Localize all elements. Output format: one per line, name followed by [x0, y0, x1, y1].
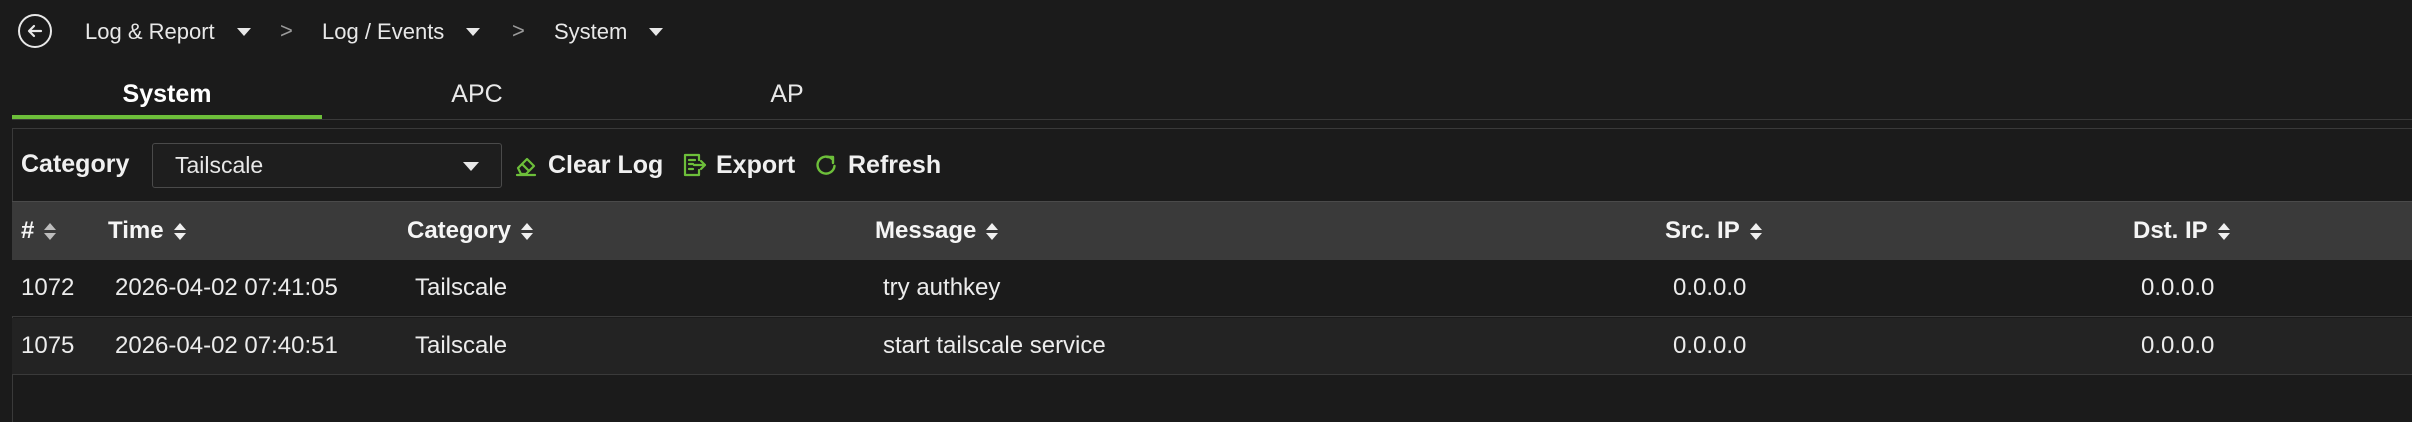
chevron-down-icon: [649, 28, 664, 36]
sort-icon: [2217, 222, 2230, 240]
column-header-label: Message: [875, 217, 977, 244]
breadcrumb-label: System: [554, 19, 628, 44]
column-header-label: Time: [108, 217, 164, 244]
cell-number: 1072: [21, 274, 75, 301]
cell-category: Tailscale: [415, 274, 508, 301]
tab-ap[interactable]: AP: [632, 70, 942, 118]
cell-src-ip: 0.0.0.0: [1673, 332, 1747, 359]
sort-icon: [986, 222, 999, 240]
cell-dst-ip: 0.0.0.0: [2141, 274, 2215, 301]
chevron-down-icon: [466, 28, 481, 36]
refresh-button[interactable]: Refresh: [812, 148, 941, 182]
tab-divider: [12, 119, 2412, 120]
column-header-message[interactable]: Message: [875, 214, 999, 248]
eraser-icon: [515, 157, 537, 177]
column-header-label: #: [21, 217, 35, 244]
column-header-number[interactable]: #: [21, 214, 57, 248]
sort-icon: [44, 222, 57, 240]
refresh-label: Refresh: [848, 150, 942, 179]
breadcrumb-label: Log / Events: [322, 19, 445, 44]
chevron-down-icon: [463, 162, 479, 171]
column-header-label: Src. IP: [1665, 217, 1740, 244]
cell-time: 2026-04-02 07:41:05: [115, 274, 338, 301]
export-file-icon: [683, 153, 707, 177]
breadcrumb-separator: >: [280, 18, 293, 43]
table-header: [12, 201, 2412, 261]
cell-message: try authkey: [883, 274, 1001, 301]
cell-category: Tailscale: [415, 332, 508, 359]
column-header-src-ip[interactable]: Src. IP: [1665, 214, 1762, 248]
sort-icon: [1749, 222, 1762, 240]
clear-log-label: Clear Log: [548, 150, 664, 179]
breadcrumb-log-events[interactable]: Log / Events: [322, 18, 481, 46]
table-row[interactable]: [12, 260, 2412, 317]
column-header-label: Category: [407, 217, 512, 244]
sort-icon: [521, 222, 534, 240]
sort-icon: [173, 222, 186, 240]
export-label: Export: [716, 150, 796, 179]
tab-label: AP: [770, 79, 804, 108]
breadcrumb-log-report[interactable]: Log & Report: [85, 18, 251, 46]
cell-number: 1075: [21, 332, 75, 359]
arrow-left-icon: [27, 24, 43, 38]
column-header-time[interactable]: Time: [108, 214, 186, 248]
tab-system[interactable]: System: [12, 70, 322, 118]
clear-log-button[interactable]: Clear Log: [512, 148, 663, 182]
refresh-icon: [816, 155, 836, 175]
breadcrumb-system[interactable]: System: [554, 18, 664, 46]
column-header-label: Dst. IP: [2133, 217, 2208, 244]
table-row[interactable]: [12, 318, 2412, 375]
cell-message: start tailscale service: [883, 332, 1106, 359]
export-button[interactable]: Export: [680, 148, 795, 182]
breadcrumb-label: Log & Report: [85, 19, 215, 44]
category-label: Category: [21, 150, 130, 178]
cell-time: 2026-04-02 07:40:51: [115, 332, 338, 359]
cell-dst-ip: 0.0.0.0: [2141, 332, 2215, 359]
column-header-category[interactable]: Category: [407, 214, 534, 248]
tab-label: System: [122, 79, 212, 108]
category-select-value: Tailscale: [175, 152, 264, 178]
tab-apc[interactable]: APC: [322, 70, 632, 118]
back-button[interactable]: [18, 14, 52, 48]
column-header-dst-ip[interactable]: Dst. IP: [2133, 214, 2230, 248]
chevron-down-icon: [236, 28, 251, 36]
breadcrumb-separator: >: [512, 18, 525, 43]
category-select[interactable]: Tailscale: [152, 143, 502, 188]
tab-label: APC: [451, 79, 503, 108]
cell-src-ip: 0.0.0.0: [1673, 274, 1747, 301]
